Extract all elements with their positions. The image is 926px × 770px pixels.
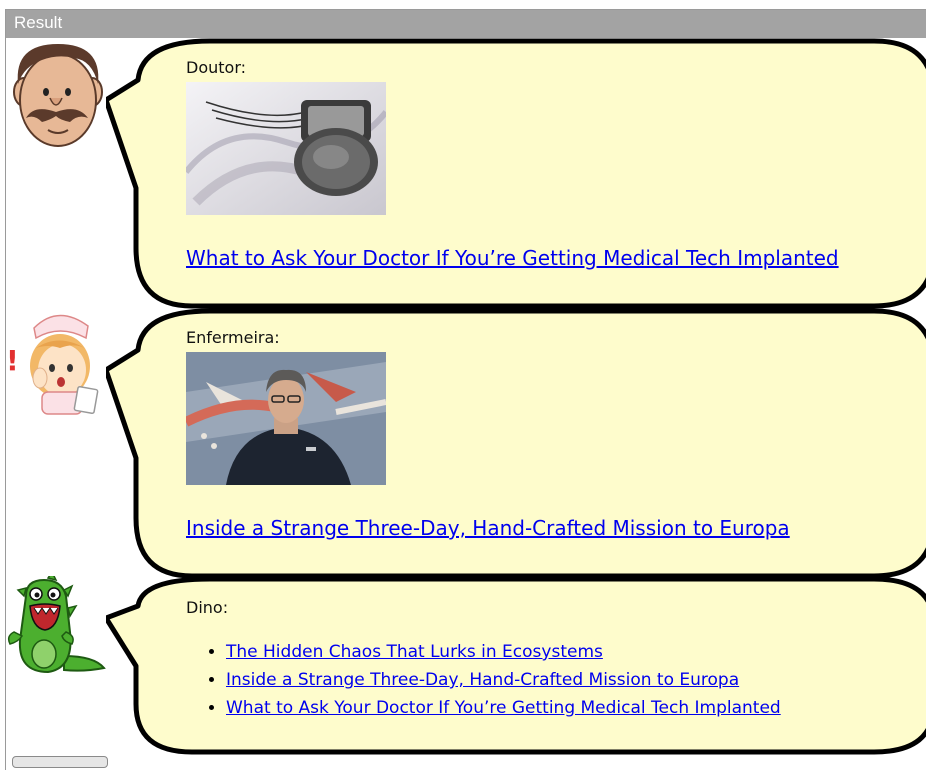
- article-thumbnail[interactable]: [186, 352, 386, 485]
- article-link-list: The Hidden Chaos That Lurks in Ecosystem…: [204, 638, 781, 722]
- man-in-dark-jacket-photo: [186, 352, 386, 485]
- speaker-label: Dino:: [186, 598, 229, 617]
- article-link[interactable]: What to Ask Your Doctor If You’re Gettin…: [226, 698, 781, 718]
- dino-avatar: [4, 570, 108, 676]
- article-thumbnail[interactable]: [186, 82, 386, 215]
- article-link[interactable]: The Hidden Chaos That Lurks in Ecosystem…: [226, 642, 603, 662]
- speaker-label: Doutor:: [186, 58, 246, 77]
- list-item: What to Ask Your Doctor If You’re Gettin…: [226, 694, 781, 722]
- article-link[interactable]: Inside a Strange Three-Day, Hand-Crafted…: [226, 670, 739, 690]
- speaker-label: Enfermeira:: [186, 328, 280, 347]
- bottom-button-edge[interactable]: [12, 756, 108, 768]
- list-item: Inside a Strange Three-Day, Hand-Crafted…: [226, 666, 781, 694]
- speech-bubble-nurse: Enfermeira: Inside a Strange Three-Day, …: [106, 308, 926, 580]
- list-item: The Hidden Chaos That Lurks in Ecosystem…: [226, 638, 781, 666]
- speech-bubble-dino: Dino: The Hidden Chaos That Lurks in Eco…: [106, 576, 926, 756]
- article-headline-link[interactable]: Inside a Strange Three-Day, Hand-Crafted…: [186, 516, 790, 540]
- doctor-avatar: [4, 40, 108, 148]
- svg-text:!: !: [6, 344, 19, 377]
- doctor-mustache-icon: [13, 44, 103, 147]
- pacemaker-device-photo: [186, 82, 386, 215]
- article-headline-link[interactable]: What to Ask Your Doctor If You’re Gettin…: [186, 246, 839, 270]
- nurse-icon: !: [6, 314, 99, 415]
- green-dinosaur-icon: [7, 570, 106, 674]
- speech-bubble-doctor: Doutor: What to Ask Your Doctor If You’r…: [106, 38, 926, 310]
- result-title: Result: [14, 13, 63, 32]
- nurse-avatar: !: [4, 308, 108, 416]
- result-header-bar: [6, 10, 926, 38]
